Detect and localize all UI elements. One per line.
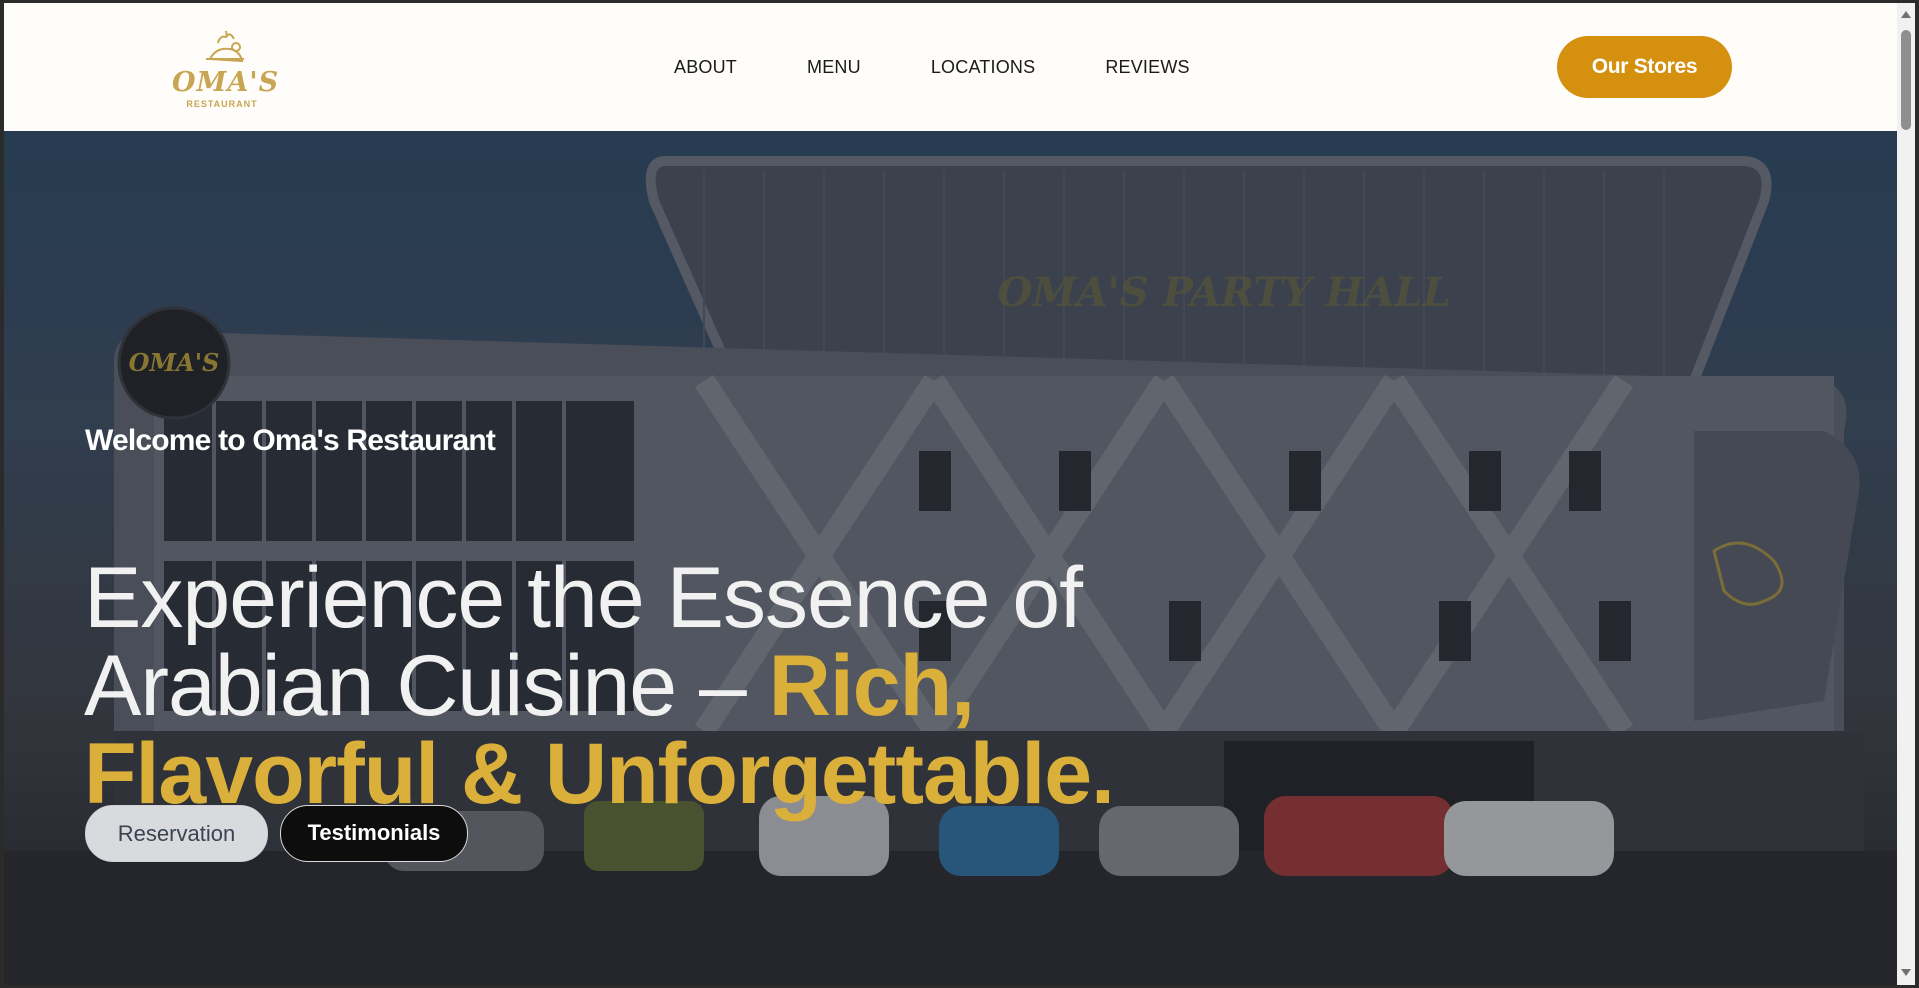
nav-about[interactable]: ABOUT bbox=[674, 57, 737, 78]
testimonials-button[interactable]: Testimonials bbox=[280, 805, 468, 862]
scroll-down-icon[interactable] bbox=[1901, 969, 1911, 976]
nav-menu[interactable]: MENU bbox=[807, 57, 861, 78]
logo[interactable]: OMA'S RESTAURANT bbox=[172, 29, 280, 111]
scroll-up-icon[interactable] bbox=[1901, 11, 1911, 18]
page-scrollbar[interactable] bbox=[1897, 3, 1915, 985]
scroll-thumb[interactable] bbox=[1901, 30, 1911, 130]
nav-locations[interactable]: LOCATIONS bbox=[931, 57, 1035, 78]
nav-reviews[interactable]: REVIEWS bbox=[1105, 57, 1189, 78]
main-nav: ABOUT MENU LOCATIONS REVIEWS bbox=[674, 57, 1260, 78]
hero-section: OMA'S OMA'S PARTY HALL Welcome to Oma's … bbox=[4, 131, 1897, 985]
logo-subtext: RESTAURANT bbox=[186, 99, 258, 109]
hero-headline: Experience the Essence of Arabian Cuisin… bbox=[84, 554, 1284, 818]
chef-mascot-icon bbox=[206, 30, 244, 63]
logo-text: OMA'S bbox=[172, 67, 280, 98]
site-header: OMA'S RESTAURANT ABOUT MENU LOCATIONS RE… bbox=[4, 3, 1897, 131]
our-stores-button[interactable]: Our Stores bbox=[1557, 36, 1732, 98]
welcome-heading: Welcome to Oma's Restaurant bbox=[85, 424, 496, 457]
hero-buttons: Reservation Testimonials bbox=[85, 805, 468, 862]
browser-viewport: OMA'S RESTAURANT ABOUT MENU LOCATIONS RE… bbox=[4, 3, 1897, 985]
reservation-button[interactable]: Reservation bbox=[85, 805, 268, 862]
